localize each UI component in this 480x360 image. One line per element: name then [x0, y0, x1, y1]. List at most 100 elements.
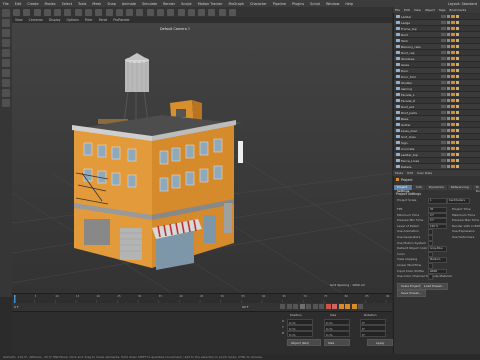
menu-item-modes[interactable]: Modes: [42, 2, 59, 6]
attr-tab-to-do[interactable]: To Do: [472, 185, 480, 193]
object-name[interactable]: Roof_ext: [394, 105, 437, 109]
visibility-dots-icon[interactable]: [441, 33, 446, 36]
object-name[interactable]: Glass: [394, 63, 437, 67]
check-icon[interactable]: [447, 105, 450, 108]
visibility-dots-icon[interactable]: [441, 57, 446, 60]
material-tag-icon[interactable]: [451, 134, 455, 139]
material-tag-icon[interactable]: [451, 140, 455, 145]
attr-value-field[interactable]: 1: [428, 198, 447, 204]
check-icon[interactable]: [447, 87, 450, 90]
object-name[interactable]: Facade_L: [394, 93, 437, 97]
object-name[interactable]: Roof_parts: [394, 111, 437, 115]
object-name[interactable]: Roof_cap: [394, 51, 437, 55]
viewport-menu-cameras[interactable]: Cameras: [26, 18, 46, 22]
go-to-end-icon[interactable]: [319, 304, 324, 309]
workplane-icon[interactable]: [2, 39, 10, 47]
autokey-icon[interactable]: [332, 304, 337, 309]
check-icon[interactable]: [447, 129, 450, 132]
menu-item-character[interactable]: Character: [247, 2, 270, 6]
menu-item-mograph[interactable]: MoGraph: [226, 2, 247, 6]
visibility-dots-icon[interactable]: [441, 51, 446, 54]
prev-key-icon[interactable]: [286, 304, 292, 309]
check-icon[interactable]: [447, 15, 450, 18]
menu-item-tools[interactable]: Tools: [75, 2, 89, 6]
x-axis-icon[interactable]: [84, 8, 92, 16]
position-z-field[interactable]: 0 cm: [287, 331, 313, 337]
material-tag-icon[interactable]: [451, 146, 455, 151]
check-icon[interactable]: [447, 99, 450, 102]
phong-tag-icon[interactable]: [455, 20, 459, 25]
check-icon[interactable]: [447, 27, 450, 30]
check-icon[interactable]: [447, 69, 450, 72]
om-menu-view[interactable]: View: [412, 8, 423, 12]
light-icon[interactable]: [228, 8, 236, 16]
phong-tag-icon[interactable]: [455, 68, 459, 73]
menu-item-render[interactable]: Render: [160, 2, 178, 6]
visibility-dots-icon[interactable]: [441, 69, 446, 72]
rotate-icon[interactable]: [64, 8, 72, 16]
visibility-dots-icon[interactable]: [441, 15, 446, 18]
material-tag-icon[interactable]: [451, 104, 455, 109]
play-icon[interactable]: [299, 304, 305, 309]
attr-checkbox[interactable]: [428, 274, 433, 280]
visibility-dots-icon[interactable]: [441, 45, 446, 48]
menu-item-help[interactable]: Help: [342, 2, 356, 6]
visibility-dots-icon[interactable]: [441, 105, 446, 108]
object-name[interactable]: Lines_misc: [394, 129, 437, 133]
phong-tag-icon[interactable]: [455, 164, 459, 169]
material-tag-icon[interactable]: [451, 50, 455, 55]
phong-tag-icon[interactable]: [455, 116, 459, 121]
phong-tag-icon[interactable]: [455, 134, 459, 139]
viewport-menu-panel[interactable]: Panel: [96, 18, 111, 22]
move-icon[interactable]: [43, 8, 51, 16]
render-view-icon[interactable]: [126, 8, 134, 16]
material-tag-icon[interactable]: [451, 68, 455, 73]
axis-mode-icon[interactable]: [2, 79, 10, 87]
visibility-dots-icon[interactable]: [441, 147, 446, 150]
visibility-dots-icon[interactable]: [441, 75, 446, 78]
object-name[interactable]: Tank: [394, 39, 437, 43]
viewport-menu-filter[interactable]: Filter: [82, 18, 96, 22]
check-icon[interactable]: [447, 159, 450, 162]
lock-workplane-icon[interactable]: [2, 99, 10, 107]
coord-size-select[interactable]: Size: [324, 339, 350, 346]
check-icon[interactable]: [447, 33, 450, 36]
menu-item-file[interactable]: File: [0, 2, 12, 6]
check-icon[interactable]: [447, 63, 450, 66]
visibility-dots-icon[interactable]: [441, 153, 446, 156]
menu-item-window[interactable]: Window: [323, 2, 342, 6]
menu-item-simulate[interactable]: Simulate: [139, 2, 160, 6]
attr-tab-dynamics[interactable]: Dynamics: [426, 185, 447, 190]
object-name[interactable]: Sign: [394, 141, 437, 145]
z-axis-icon[interactable]: [105, 8, 113, 16]
visibility-dots-icon[interactable]: [441, 39, 446, 42]
material-tag-icon[interactable]: [451, 44, 455, 49]
scale-icon[interactable]: [54, 8, 62, 16]
menu-item-pipeline[interactable]: Pipeline: [270, 2, 289, 6]
viewport-menu-display[interactable]: Display: [46, 18, 64, 22]
object-name[interactable]: Fence_Lines: [394, 159, 437, 163]
visibility-dots-icon[interactable]: [441, 81, 446, 84]
material-tag-icon[interactable]: [451, 110, 455, 115]
rotation-b-field[interactable]: 0°: [360, 331, 386, 337]
cube-icon[interactable]: [156, 8, 164, 16]
menu-item-snap[interactable]: Snap: [104, 2, 119, 6]
make-editable-icon[interactable]: [2, 9, 10, 17]
check-icon[interactable]: [447, 111, 450, 114]
visibility-dots-icon[interactable]: [441, 111, 446, 114]
object-name[interactable]: Windows: [394, 57, 437, 61]
material-tag-icon[interactable]: [451, 98, 455, 103]
phong-tag-icon[interactable]: [455, 14, 459, 19]
attr-menu-mode[interactable]: Mode: [393, 171, 405, 175]
attr-tab-info[interactable]: Info: [413, 185, 425, 190]
om-menu-object[interactable]: Object: [423, 8, 437, 12]
object-name[interactable]: Concrete: [394, 147, 437, 151]
visibility-dots-icon[interactable]: [441, 99, 446, 102]
material-tag-icon[interactable]: [451, 164, 455, 169]
record-icon[interactable]: [325, 304, 331, 309]
visibility-dots-icon[interactable]: [441, 117, 446, 120]
undo-icon[interactable]: [13, 8, 20, 16]
position-key-icon[interactable]: [345, 304, 350, 309]
pen-icon[interactable]: [167, 8, 175, 16]
phong-tag-icon[interactable]: [455, 44, 459, 49]
